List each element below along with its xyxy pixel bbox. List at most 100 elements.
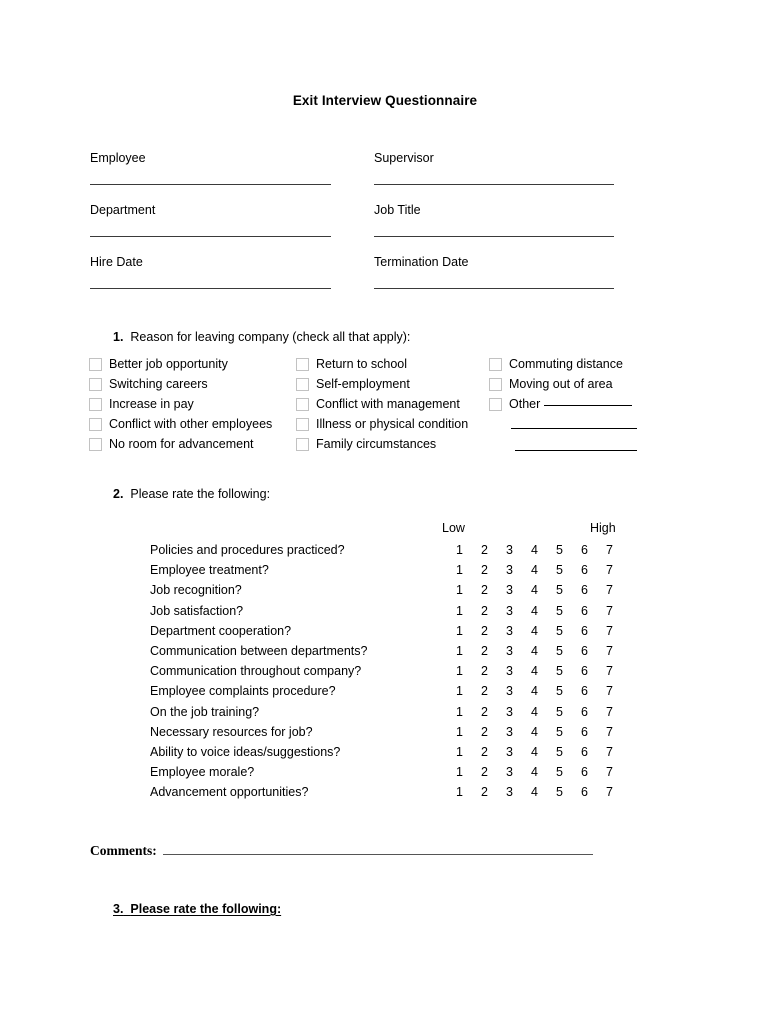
scale-option[interactable]: 1 bbox=[447, 623, 472, 640]
scale-option[interactable]: 3 bbox=[497, 643, 522, 660]
scale-option[interactable]: 1 bbox=[447, 683, 472, 700]
checkbox-row[interactable]: Moving out of area bbox=[489, 376, 632, 396]
checkbox-row[interactable]: Illness or physical condition bbox=[296, 416, 468, 436]
scale-option[interactable]: 2 bbox=[472, 744, 497, 761]
scale-option[interactable]: 6 bbox=[572, 724, 597, 741]
scale-option[interactable]: 2 bbox=[472, 562, 497, 579]
scale-option[interactable]: 2 bbox=[472, 623, 497, 640]
scale-option[interactable]: 3 bbox=[497, 562, 522, 579]
scale-option[interactable]: 1 bbox=[447, 764, 472, 781]
field-rule-hire-date[interactable] bbox=[90, 288, 331, 289]
checkbox-icon[interactable] bbox=[89, 438, 102, 451]
checkbox-row[interactable]: No room for advancement bbox=[89, 436, 272, 456]
scale-option[interactable]: 7 bbox=[597, 784, 622, 801]
checkbox-row[interactable]: Switching careers bbox=[89, 376, 272, 396]
checkbox-row[interactable]: Conflict with other employees bbox=[89, 416, 272, 436]
scale-option[interactable]: 6 bbox=[572, 784, 597, 801]
checkbox-row[interactable]: Better job opportunity bbox=[89, 356, 272, 376]
checkbox-icon[interactable] bbox=[489, 398, 502, 411]
checkbox-icon[interactable] bbox=[89, 398, 102, 411]
scale-option[interactable]: 4 bbox=[522, 764, 547, 781]
scale-option[interactable]: 5 bbox=[547, 582, 572, 599]
scale-option[interactable]: 7 bbox=[597, 683, 622, 700]
comments-input-line[interactable] bbox=[162, 854, 593, 855]
scale-option[interactable]: 1 bbox=[447, 542, 472, 559]
checkbox-icon[interactable] bbox=[296, 438, 309, 451]
scale-option[interactable]: 4 bbox=[522, 683, 547, 700]
scale-option[interactable]: 2 bbox=[472, 603, 497, 620]
scale-option[interactable]: 7 bbox=[597, 562, 622, 579]
scale-option[interactable]: 2 bbox=[472, 643, 497, 660]
scale-option[interactable]: 2 bbox=[472, 542, 497, 559]
checkbox-row[interactable]: Self-employment bbox=[296, 376, 468, 396]
scale-option[interactable]: 4 bbox=[522, 744, 547, 761]
scale-option[interactable]: 5 bbox=[547, 724, 572, 741]
scale-option[interactable]: 5 bbox=[547, 542, 572, 559]
checkbox-row-other[interactable]: Other bbox=[489, 396, 633, 416]
scale-option[interactable]: 3 bbox=[497, 582, 522, 599]
scale-option[interactable]: 5 bbox=[547, 663, 572, 680]
scale-option[interactable]: 6 bbox=[572, 542, 597, 559]
other-write-in-line-3[interactable] bbox=[515, 450, 637, 451]
scale-option[interactable]: 2 bbox=[472, 724, 497, 741]
scale-option[interactable]: 4 bbox=[522, 643, 547, 660]
scale-option[interactable]: 4 bbox=[522, 562, 547, 579]
scale-option[interactable]: 7 bbox=[597, 603, 622, 620]
scale-option[interactable]: 3 bbox=[497, 704, 522, 721]
scale-option[interactable]: 5 bbox=[547, 784, 572, 801]
scale-option[interactable]: 5 bbox=[547, 623, 572, 640]
checkbox-row[interactable]: Family circumstances bbox=[296, 436, 468, 456]
scale-option[interactable]: 5 bbox=[547, 603, 572, 620]
scale-option[interactable]: 1 bbox=[447, 663, 472, 680]
other-write-in-line[interactable] bbox=[544, 397, 633, 406]
scale-option[interactable]: 7 bbox=[597, 704, 622, 721]
scale-option[interactable]: 7 bbox=[597, 643, 622, 660]
scale-option[interactable]: 1 bbox=[447, 704, 472, 721]
checkbox-icon[interactable] bbox=[296, 418, 309, 431]
scale-option[interactable]: 6 bbox=[572, 683, 597, 700]
scale-option[interactable]: 1 bbox=[447, 643, 472, 660]
checkbox-row[interactable]: Conflict with management bbox=[296, 396, 468, 416]
checkbox-row[interactable]: Return to school bbox=[296, 356, 468, 376]
scale-option[interactable]: 6 bbox=[572, 663, 597, 680]
scale-option[interactable]: 3 bbox=[497, 542, 522, 559]
checkbox-row[interactable]: Increase in pay bbox=[89, 396, 272, 416]
scale-option[interactable]: 3 bbox=[497, 683, 522, 700]
scale-option[interactable]: 6 bbox=[572, 764, 597, 781]
scale-option[interactable]: 5 bbox=[547, 704, 572, 721]
field-rule-supervisor[interactable] bbox=[374, 184, 614, 185]
scale-option[interactable]: 1 bbox=[447, 562, 472, 579]
scale-option[interactable]: 1 bbox=[447, 784, 472, 801]
scale-option[interactable]: 2 bbox=[472, 663, 497, 680]
scale-option[interactable]: 7 bbox=[597, 744, 622, 761]
scale-option[interactable]: 4 bbox=[522, 582, 547, 599]
scale-option[interactable]: 2 bbox=[472, 704, 497, 721]
scale-option[interactable]: 2 bbox=[472, 582, 497, 599]
other-write-in-line-2[interactable] bbox=[511, 428, 637, 429]
scale-option[interactable]: 4 bbox=[522, 704, 547, 721]
scale-option[interactable]: 7 bbox=[597, 582, 622, 599]
field-rule-employee[interactable] bbox=[90, 184, 331, 185]
scale-option[interactable]: 5 bbox=[547, 764, 572, 781]
scale-option[interactable]: 4 bbox=[522, 603, 547, 620]
scale-option[interactable]: 4 bbox=[522, 542, 547, 559]
checkbox-icon[interactable] bbox=[296, 358, 309, 371]
scale-option[interactable]: 5 bbox=[547, 683, 572, 700]
scale-option[interactable]: 3 bbox=[497, 663, 522, 680]
scale-option[interactable]: 6 bbox=[572, 744, 597, 761]
field-rule-job-title[interactable] bbox=[374, 236, 614, 237]
scale-option[interactable]: 4 bbox=[522, 623, 547, 640]
scale-option[interactable]: 6 bbox=[572, 704, 597, 721]
scale-option[interactable]: 6 bbox=[572, 623, 597, 640]
scale-option[interactable]: 5 bbox=[547, 744, 572, 761]
scale-option[interactable]: 6 bbox=[572, 643, 597, 660]
checkbox-icon[interactable] bbox=[489, 378, 502, 391]
scale-option[interactable]: 6 bbox=[572, 562, 597, 579]
checkbox-icon[interactable] bbox=[489, 358, 502, 371]
checkbox-icon[interactable] bbox=[89, 418, 102, 431]
scale-option[interactable]: 5 bbox=[547, 562, 572, 579]
scale-option[interactable]: 2 bbox=[472, 683, 497, 700]
scale-option[interactable]: 5 bbox=[547, 643, 572, 660]
scale-option[interactable]: 4 bbox=[522, 724, 547, 741]
scale-option[interactable]: 6 bbox=[572, 603, 597, 620]
